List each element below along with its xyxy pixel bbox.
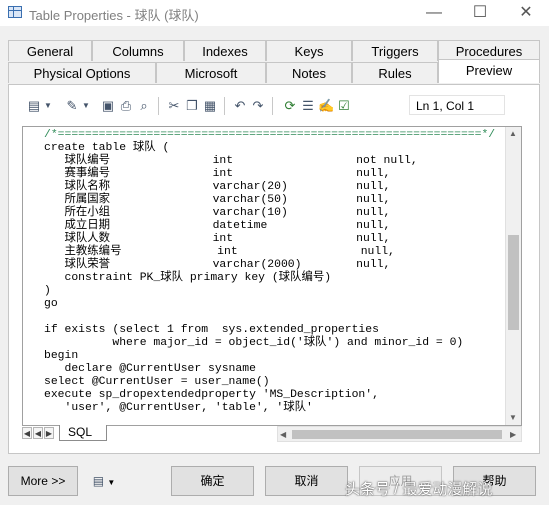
horizontal-scrollbar[interactable]: ◀ ▶	[277, 426, 522, 442]
code-line: constraint PK_球队 primary key (球队编号)	[44, 272, 332, 284]
more-button[interactable]: More >>	[8, 466, 78, 496]
code-line: /*======================================…	[44, 129, 496, 141]
code-line: 球队名称 varchar(20) null,	[44, 181, 391, 193]
tab-columns[interactable]: Columns	[92, 40, 184, 61]
properties-menu-button[interactable]: ▤ ▼	[84, 466, 124, 496]
undo-icon[interactable]: ↶	[232, 98, 248, 114]
check-icon[interactable]: ☑	[336, 98, 352, 114]
code-line: 'user', @CurrentUser, 'table', '球队'	[44, 402, 313, 414]
properties-icon: ▤	[92, 474, 105, 488]
code-line: 球队荣誉 varchar(2000) null,	[44, 259, 391, 271]
scroll-thumb[interactable]	[292, 430, 502, 439]
watermark: 头条号 / 最爱动漫解说	[345, 481, 493, 498]
code-line: where major_id = object_id('球队') and min…	[44, 337, 464, 349]
print-icon[interactable]: ⎙	[118, 98, 134, 114]
code-line: create table 球队 (	[44, 142, 170, 154]
chevron-down-icon: ▼	[107, 478, 116, 487]
code-line: 所属国家 varchar(50) null,	[44, 194, 391, 206]
refresh-icon[interactable]: ⟳	[282, 98, 298, 114]
code-line: begin	[44, 350, 79, 362]
code-line: 赛事编号 int null,	[44, 168, 391, 180]
prev-sheet-icon[interactable]: ◀	[33, 427, 43, 439]
vertical-scrollbar[interactable]: ▲ ▼	[505, 127, 521, 425]
ok-button[interactable]: 确定	[171, 466, 254, 496]
tab-procedures[interactable]: Procedures	[438, 40, 540, 61]
sheet-tab-sql[interactable]: SQL	[59, 425, 107, 441]
code-line: )	[44, 285, 51, 297]
cancel-button[interactable]: 取消	[265, 466, 348, 496]
code-line: execute sp_dropextendedproperty 'MS_Desc…	[44, 389, 379, 401]
redo-icon[interactable]: ↷	[250, 98, 266, 114]
sql-code: /*======================================…	[44, 129, 495, 415]
table-icon	[8, 6, 22, 18]
edit-file-icon[interactable]: ✍	[318, 98, 334, 114]
tab-triggers[interactable]: Triggers	[352, 40, 438, 61]
sql-editor[interactable]: /*======================================…	[22, 126, 522, 426]
tabs-row-2: Physical Options Microsoft Notes Rules P…	[8, 59, 540, 84]
close-button[interactable]: ✕	[503, 0, 549, 26]
code-line: 所在小组 varchar(10) null,	[44, 207, 391, 219]
scroll-right-icon[interactable]: ▶	[510, 430, 516, 439]
tab-indexes[interactable]: Indexes	[184, 40, 266, 61]
code-line: 主教练编号 int null,	[44, 246, 395, 258]
save-icon[interactable]: ▣	[100, 98, 116, 114]
toolbar-divider	[224, 97, 225, 115]
tab-preview[interactable]: Preview	[438, 59, 540, 83]
cut-icon[interactable]: ✂	[166, 98, 182, 114]
tab-notes[interactable]: Notes	[266, 62, 352, 83]
copy-icon[interactable]: ❐	[184, 98, 200, 114]
paste-icon[interactable]: ▦	[202, 98, 218, 114]
toolbar-divider	[272, 97, 273, 115]
window-title: Table Properties - 球队 (球队)	[29, 8, 199, 23]
scroll-down-icon[interactable]: ▼	[509, 413, 517, 422]
chevron-down-icon[interactable]: ▼	[78, 98, 94, 114]
cursor-position: Ln 1, Col 1	[409, 95, 505, 115]
code-line: 成立日期 datetime null,	[44, 220, 391, 232]
find-icon[interactable]: ⌕	[136, 98, 152, 114]
sheet-bar: ◀ ◀ ▶ SQL ◀ ▶	[22, 425, 522, 442]
tab-general[interactable]: General	[8, 40, 92, 61]
scroll-up-icon[interactable]: ▲	[509, 129, 517, 138]
first-sheet-icon[interactable]: ◀	[22, 427, 32, 439]
code-line: go	[44, 298, 58, 310]
code-line: select @CurrentUser = user_name()	[44, 376, 270, 388]
scroll-left-icon[interactable]: ◀	[280, 430, 286, 439]
code-line: if exists (select 1 from sys.extended_pr…	[44, 324, 379, 336]
next-sheet-icon[interactable]: ▶	[44, 427, 54, 439]
scroll-thumb[interactable]	[508, 235, 519, 330]
tab-keys[interactable]: Keys	[266, 40, 352, 61]
code-line: declare @CurrentUser sysname	[44, 363, 256, 375]
code-line: 球队人数 int null,	[44, 233, 391, 245]
maximize-button[interactable]: ☐	[457, 0, 503, 26]
toolbar-divider	[158, 97, 159, 115]
minimize-button[interactable]: —	[411, 0, 457, 26]
code-line: 球队编号 int not null,	[44, 155, 418, 167]
tab-rules[interactable]: Rules	[352, 62, 438, 83]
title-bar: Table Properties - 球队 (球队) — ☐ ✕	[0, 0, 549, 26]
chevron-down-icon[interactable]: ▼	[40, 98, 56, 114]
list-icon[interactable]: ☰	[300, 98, 316, 114]
tab-microsoft[interactable]: Microsoft	[156, 62, 266, 83]
tab-physical-options[interactable]: Physical Options	[8, 62, 156, 83]
